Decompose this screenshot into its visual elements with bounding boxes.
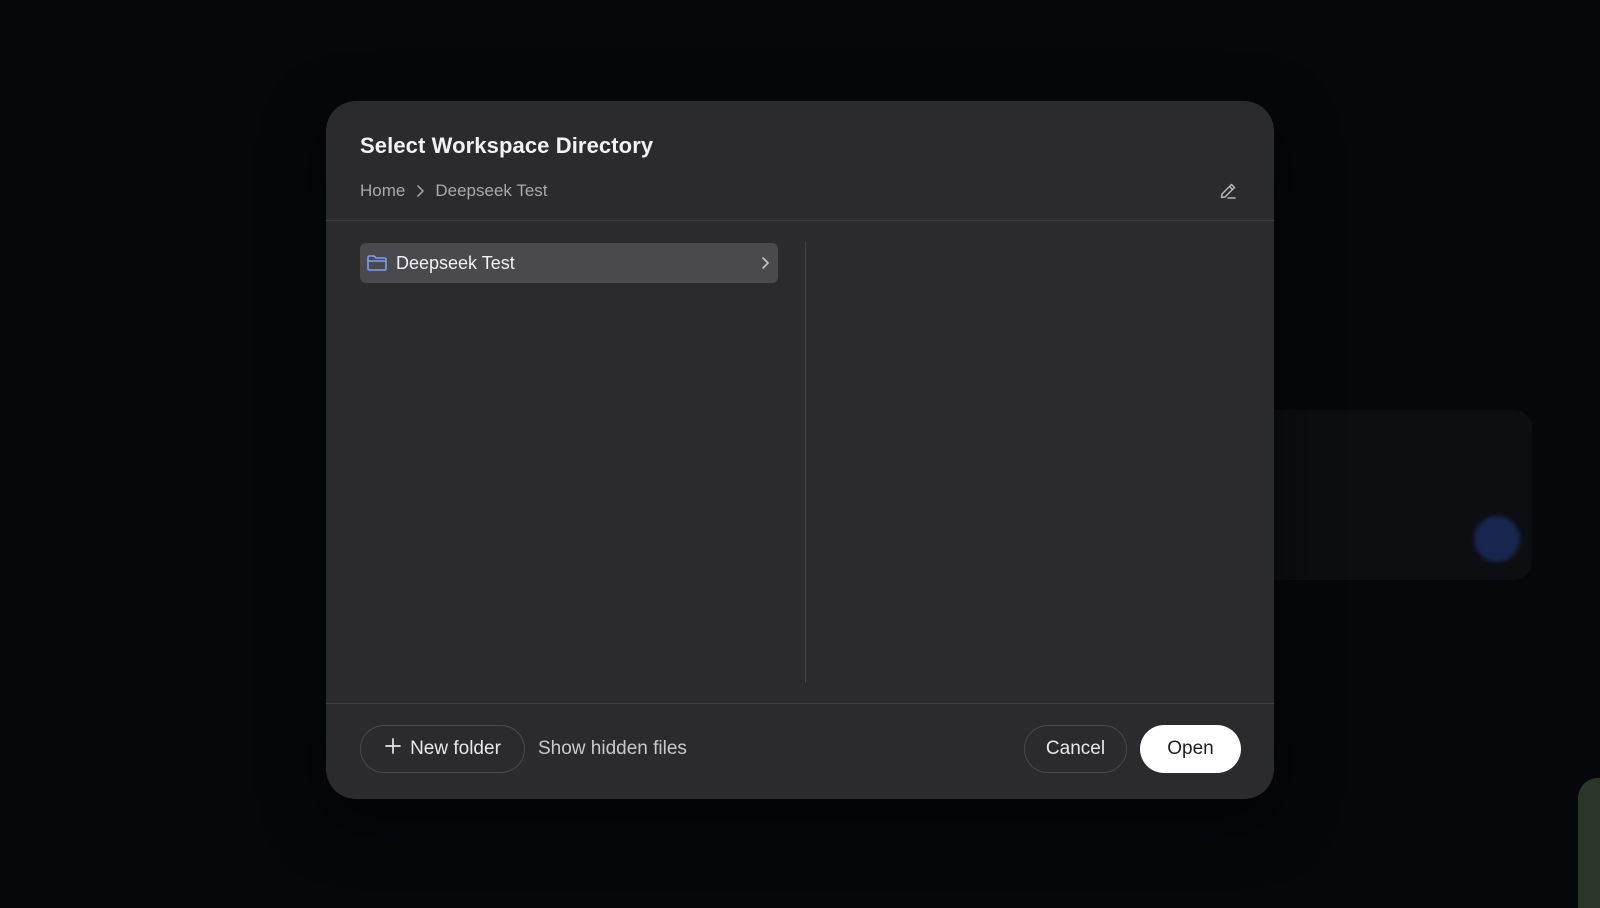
breadcrumb-home[interactable]: Home: [360, 181, 405, 201]
new-folder-button[interactable]: New folder: [360, 725, 525, 773]
edit-path-button[interactable]: [1214, 179, 1242, 207]
header-divider: [326, 220, 1274, 221]
pencil-icon: [1218, 181, 1238, 206]
new-folder-label: New folder: [410, 738, 501, 759]
plus-icon: [384, 737, 402, 761]
background-avatar: [1474, 516, 1520, 562]
breadcrumb: Home Deepseek Test: [360, 181, 548, 201]
column-divider: [805, 241, 806, 683]
breadcrumb-current[interactable]: Deepseek Test: [435, 181, 547, 201]
chevron-right-icon: [415, 184, 425, 198]
folder-column: Deepseek Test: [360, 243, 778, 783]
show-hidden-files-toggle[interactable]: Show hidden files: [538, 725, 698, 773]
dialog-title: Select Workspace Directory: [360, 133, 654, 158]
folder-row-deepseek-test[interactable]: Deepseek Test: [360, 243, 778, 283]
folder-name: Deepseek Test: [396, 252, 515, 273]
workspace-directory-dialog: Select Workspace Directory Home Deepseek…: [326, 101, 1274, 799]
footer-divider: [326, 703, 1274, 704]
cancel-button[interactable]: Cancel: [1024, 725, 1127, 773]
background-plant: [1578, 778, 1600, 908]
folder-icon: [366, 252, 388, 274]
chevron-right-icon: [760, 256, 770, 270]
open-button[interactable]: Open: [1140, 725, 1241, 773]
